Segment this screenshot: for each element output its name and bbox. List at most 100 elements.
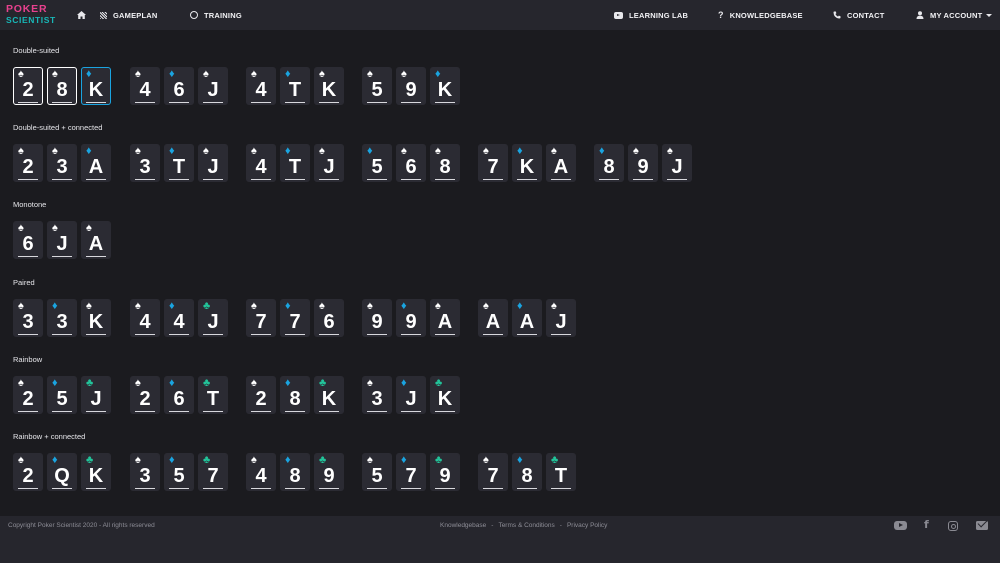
nav-contact[interactable]: CONTACT bbox=[833, 0, 885, 30]
board-hand[interactable]: ♠ 4 ♦ 4 ♣ J bbox=[130, 299, 232, 339]
user-icon bbox=[916, 11, 924, 19]
nav-gameplan[interactable]: GAMEPLAN bbox=[100, 0, 158, 30]
playing-card: ♣ T bbox=[546, 453, 576, 491]
card-rank: 2 bbox=[22, 388, 34, 410]
playing-card: ♠ 7 bbox=[478, 453, 508, 491]
playing-card: ♠ K bbox=[81, 299, 111, 337]
board-hand[interactable]: ♠ 2 ♦ 6 ♣ T bbox=[130, 376, 232, 416]
playing-card: ♦ 8 bbox=[512, 453, 542, 491]
board-hand[interactable]: ♠ 5 ♠ 9 ♦ K bbox=[362, 67, 464, 107]
nav-training[interactable]: TRAINING bbox=[190, 0, 242, 30]
playing-card: ♠ A bbox=[430, 299, 460, 337]
playing-card: ♠ A bbox=[478, 299, 508, 337]
footer-link-privacy[interactable]: Privacy Policy bbox=[567, 522, 607, 529]
card-rank: T bbox=[288, 79, 302, 101]
playing-card: ♣ J bbox=[198, 299, 228, 337]
card-rank: 7 bbox=[405, 465, 417, 487]
playing-card: ♦ T bbox=[280, 144, 310, 182]
board-hand[interactable]: ♠ 2 ♦ 8 ♣ K bbox=[246, 376, 348, 416]
footer-links: Knowledgebase - Terms & Conditions - Privacy… bbox=[440, 522, 608, 529]
playing-card: ♦ A bbox=[81, 144, 111, 182]
nav-learning-lab[interactable]: LEARNING LAB bbox=[614, 0, 688, 30]
card-rank: 3 bbox=[139, 465, 151, 487]
play-box-icon bbox=[614, 11, 623, 19]
nav-my-account[interactable]: MY ACCOUNT bbox=[916, 0, 993, 30]
card-rank: 8 bbox=[289, 465, 301, 487]
card-rank: 7 bbox=[289, 311, 301, 333]
card-rank: 6 bbox=[173, 388, 185, 410]
board-hand[interactable]: ♠ 7 ♦ 7 ♠ 6 bbox=[246, 299, 348, 339]
top-navbar: POKER SCIENTIST GAMEPLAN TRAINING LEARNI… bbox=[0, 0, 1000, 30]
playing-card: ♦ 7 bbox=[396, 453, 426, 491]
grid-icon bbox=[100, 11, 107, 19]
board-hand[interactable]: ♠ 7 ♦ K ♠ A bbox=[478, 144, 580, 184]
playing-card: ♦ 8 bbox=[280, 376, 310, 414]
playing-card: ♠ 7 bbox=[478, 144, 508, 182]
instagram-icon[interactable] bbox=[948, 521, 958, 534]
board-hand[interactable]: ♠ 3 ♦ 5 ♣ 7 bbox=[130, 453, 232, 493]
board-hand[interactable]: ♠ 2 ♦ 5 ♣ J bbox=[13, 376, 115, 416]
board-hand[interactable]: ♠ 2 ♦ Q ♣ K bbox=[13, 453, 115, 493]
playing-card: ♦ 9 bbox=[396, 299, 426, 337]
card-rank: K bbox=[321, 79, 337, 101]
board-hand[interactable]: ♠ 2 ♠ 3 ♦ A bbox=[13, 144, 115, 184]
board-hand[interactable]: ♠ 4 ♦ 8 ♣ 9 bbox=[246, 453, 348, 493]
nav-my-account-label: MY ACCOUNT bbox=[930, 10, 983, 20]
card-rank: K bbox=[88, 465, 104, 487]
logo-line1: POKER bbox=[6, 3, 48, 15]
board-hand[interactable]: ♠ 5 ♦ 7 ♣ 9 bbox=[362, 453, 464, 493]
footer-link-knowledgebase[interactable]: Knowledgebase bbox=[440, 522, 486, 529]
board-hand[interactable]: ♠ A ♦ A ♠ J bbox=[478, 299, 580, 339]
playing-card: ♦ 6 bbox=[164, 67, 194, 105]
card-rank: 7 bbox=[487, 156, 499, 178]
card-rank: A bbox=[88, 233, 104, 255]
facebook-icon[interactable]: f bbox=[924, 518, 929, 531]
card-rank: 2 bbox=[139, 388, 151, 410]
playing-card: ♠ 3 bbox=[130, 144, 160, 182]
section-label: Rainbow bbox=[13, 355, 43, 364]
board-hand[interactable]: ♠ 2 ♠ 8 ♦ K bbox=[13, 67, 115, 107]
playing-card: ♣ 7 bbox=[198, 453, 228, 491]
nav-training-label: TRAINING bbox=[204, 10, 242, 20]
board-hand[interactable]: ♠ 4 ♦ T ♠ J bbox=[246, 144, 348, 184]
board-hand[interactable]: ♦ 8 ♠ 9 ♠ J bbox=[594, 144, 696, 184]
phone-icon bbox=[833, 11, 841, 19]
board-hand[interactable]: ♦ 5 ♠ 6 ♠ 8 bbox=[362, 144, 464, 184]
card-rank: 9 bbox=[439, 465, 451, 487]
playing-card: ♣ 9 bbox=[430, 453, 460, 491]
envelope-icon[interactable] bbox=[976, 521, 988, 533]
board-hand[interactable]: ♠ 4 ♦ T ♠ K bbox=[246, 67, 348, 107]
card-rank: 2 bbox=[22, 465, 34, 487]
board-hand[interactable]: ♠ 3 ♦ J ♣ K bbox=[362, 376, 464, 416]
card-rank: T bbox=[206, 388, 220, 410]
card-rank: T bbox=[288, 156, 302, 178]
card-rank: Q bbox=[54, 465, 70, 487]
playing-card: ♠ 2 bbox=[246, 376, 276, 414]
nav-home[interactable] bbox=[77, 0, 86, 30]
card-rank: 9 bbox=[405, 79, 417, 101]
chevron-down-icon bbox=[986, 13, 993, 17]
nav-learning-lab-label: LEARNING LAB bbox=[629, 10, 689, 20]
card-rank: 5 bbox=[371, 79, 383, 101]
card-rank: 5 bbox=[371, 465, 383, 487]
playing-card: ♠ 3 bbox=[47, 144, 77, 182]
card-rank: A bbox=[88, 156, 104, 178]
board-hand[interactable]: ♠ 6 ♠ J ♠ A bbox=[13, 221, 115, 261]
footer: Copyright Poker Scientist 2020 - All rig… bbox=[0, 516, 1000, 563]
card-rank: A bbox=[485, 311, 501, 333]
logo[interactable]: POKER SCIENTIST bbox=[6, 4, 66, 26]
card-rank: K bbox=[88, 79, 104, 101]
board-hand[interactable]: ♠ 4 ♦ 6 ♠ J bbox=[130, 67, 232, 107]
playing-card: ♠ 4 bbox=[246, 453, 276, 491]
board-hand[interactable]: ♠ 3 ♦ T ♠ J bbox=[130, 144, 232, 184]
playing-card: ♠ J bbox=[662, 144, 692, 182]
nav-knowledgebase[interactable]: ? KNOWLEDGEBASE bbox=[718, 0, 803, 30]
main-content: Double-suited ♠ 2 ♠ 8 ♦ K ♠ 4 ♦ 6 ♠ J ♠ 4 ♦ T ♠ K ♠ 5 ♠ 9 ♦ K Dou… bbox=[0, 30, 1000, 516]
footer-link-terms[interactable]: Terms & Conditions bbox=[498, 522, 554, 529]
playing-card: ♠ 4 bbox=[130, 67, 160, 105]
board-hand[interactable]: ♠ 3 ♦ 3 ♠ K bbox=[13, 299, 115, 339]
board-hand[interactable]: ♠ 7 ♦ 8 ♣ T bbox=[478, 453, 580, 493]
board-hand[interactable]: ♠ 9 ♦ 9 ♠ A bbox=[362, 299, 464, 339]
playing-card: ♦ K bbox=[81, 67, 111, 105]
youtube-icon[interactable] bbox=[894, 521, 907, 533]
